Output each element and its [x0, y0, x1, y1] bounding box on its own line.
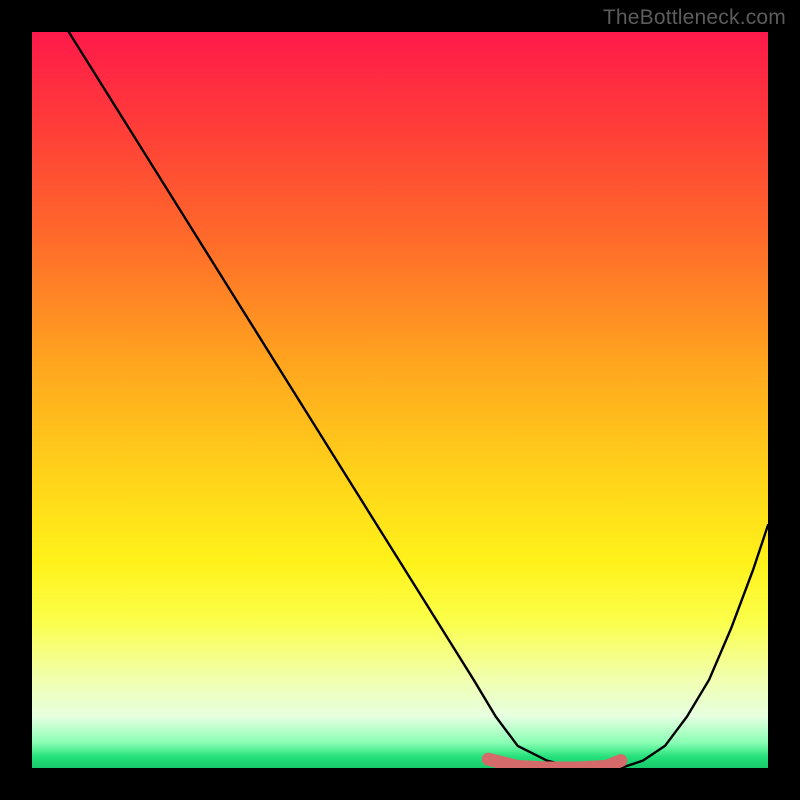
bottleneck-curve-path [69, 32, 768, 768]
chart-frame: TheBottleneck.com [0, 0, 800, 800]
plot-area [32, 32, 768, 768]
watermark-text: TheBottleneck.com [603, 6, 786, 30]
flat-bottom-marker-path [488, 759, 620, 768]
curve-svg [32, 32, 768, 768]
